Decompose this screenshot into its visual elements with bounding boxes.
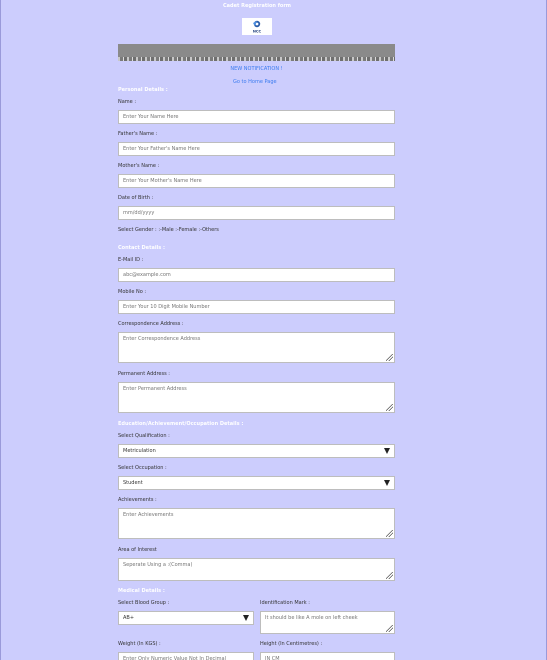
logo-text: NCC [253, 29, 262, 33]
gender-radio-female[interactable]: :-Female [175, 227, 197, 233]
achievements-label: Achievements : [118, 497, 157, 503]
height-label: Height (In Centimetres) : [260, 641, 323, 647]
page-title: Cadet Registration form [222, 3, 291, 9]
section-heading-personal: Personal Details : [118, 87, 168, 93]
mobile-input[interactable]: Enter Your 10 Digit Mobile Number [118, 300, 395, 314]
occupation-select[interactable]: Student [118, 476, 395, 490]
mother-name-input[interactable]: Enter Your Mother's Name Here [118, 174, 395, 188]
occupation-label: Select Occupation : [118, 465, 167, 471]
email-label: E-Mail ID : [118, 257, 144, 263]
name-input[interactable]: Enter Your Name Here [118, 110, 395, 124]
weight-input[interactable]: Enter Only Numeric Value Not In Decimal [118, 652, 254, 660]
permanent-address-placeholder: Enter Permanent Address [123, 386, 187, 392]
dropdown-arrow-icon [384, 448, 390, 454]
interest-label: Area of Interest [118, 547, 157, 553]
gender-radio-others[interactable]: :-Others [198, 227, 218, 233]
resize-grip-icon[interactable] [386, 572, 393, 579]
name-label: Name : [118, 99, 137, 105]
achievements-textarea[interactable]: Enter Achievements [118, 508, 395, 539]
gender-label: Select Gender : [118, 227, 159, 233]
dropdown-arrow-icon [243, 615, 249, 621]
qualification-value: Metriculation [123, 448, 156, 454]
dropdown-arrow-icon [384, 480, 390, 486]
dob-label: Date of Birth : [118, 195, 154, 201]
correspondence-address-label: Correspondence Address : [118, 321, 184, 327]
father-name-label: Father's Name : [118, 131, 158, 137]
qualification-select[interactable]: Metriculation [118, 444, 395, 458]
home-page-link[interactable]: Go to Home Page [233, 79, 277, 85]
resize-grip-icon[interactable] [386, 354, 393, 361]
ncc-logo: NCC [242, 18, 272, 35]
resize-grip-icon[interactable] [386, 530, 393, 537]
section-heading-contact: Contact Details : [118, 245, 165, 251]
section-heading-medical: Medical Details : [118, 588, 165, 594]
correspondence-address-textarea[interactable]: Enter Correspondence Address [118, 332, 395, 363]
qualification-label: Select Qualification : [118, 433, 170, 439]
achievements-placeholder: Enter Achievements [123, 512, 174, 518]
weight-label: Weight (In KGS) : [118, 641, 161, 647]
resize-grip-icon[interactable] [386, 404, 393, 411]
logo-emblem-icon: NCC [253, 20, 262, 33]
section-heading-education: Education/Achievement/Occupation Details… [118, 421, 244, 427]
blood-group-label: Select Blood Group : [118, 600, 170, 606]
gender-radio-male[interactable]: :-Male [158, 227, 173, 233]
identification-mark-textarea[interactable]: It should be like A mole on left cheek [260, 611, 395, 634]
interest-textarea[interactable]: Seperate Using a :(Comma) [118, 558, 395, 581]
permanent-address-label: Permanent Address : [118, 371, 170, 377]
interest-placeholder: Seperate Using a :(Comma) [123, 562, 193, 568]
identification-mark-placeholder: It should be like A mole on left cheek [265, 615, 358, 621]
blood-group-select[interactable]: AB+ [118, 611, 254, 625]
notification-banner-image [118, 44, 395, 61]
height-input[interactable]: IN CM [260, 652, 395, 660]
identification-mark-label: Identification Mark : [260, 600, 310, 606]
permanent-address-textarea[interactable]: Enter Permanent Address [118, 382, 395, 413]
mobile-label: Mobile No : [118, 289, 147, 295]
mother-name-label: Mother's Name : [118, 163, 160, 169]
resize-grip-icon[interactable] [386, 625, 393, 632]
gender-group: Select Gender : :-Male :-Female :-Others [118, 227, 219, 233]
occupation-value: Student [123, 480, 143, 486]
email-input[interactable]: abc@example.com [118, 268, 395, 282]
father-name-input[interactable]: Enter Your Father's Name Here [118, 142, 395, 156]
blood-group-value: AB+ [123, 615, 135, 621]
dob-input[interactable]: mm/dd/yyyy [118, 206, 395, 220]
new-notification-link[interactable]: NEW NOTIFICATION ! [118, 66, 395, 72]
correspondence-address-placeholder: Enter Correspondence Address [123, 336, 201, 342]
